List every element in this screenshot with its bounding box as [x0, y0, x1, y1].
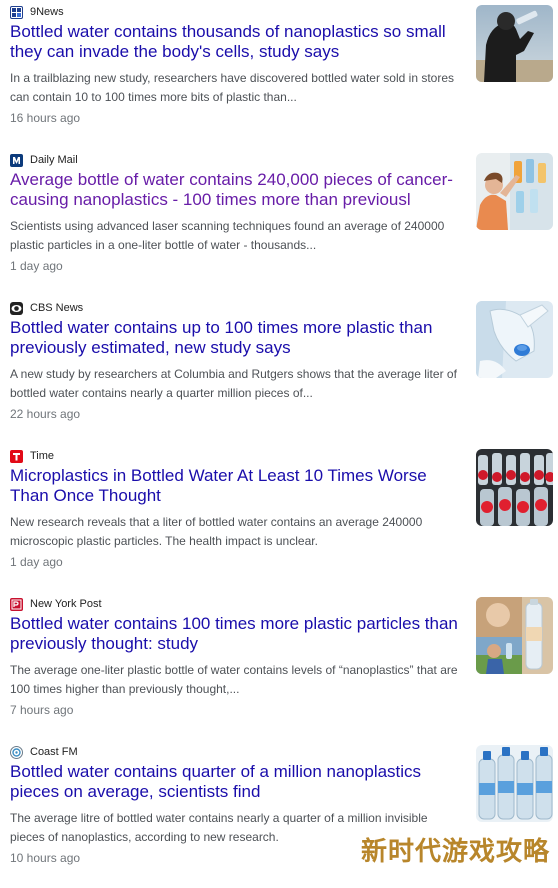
source-name: Time [30, 449, 55, 462]
article-time: 10 hours ago [10, 851, 81, 865]
article-thumbnail[interactable] [476, 5, 553, 82]
article-thumbnail[interactable] [476, 745, 553, 822]
article-thumbnail[interactable] [476, 449, 553, 526]
source-name: 9News [30, 5, 64, 18]
article-snippet: New research reveals that a liter of bot… [10, 515, 423, 548]
article-thumbnail[interactable] [476, 301, 553, 378]
9news-logo-icon [10, 5, 23, 19]
article-snippet: The average one-liter plastic bottle of … [10, 663, 458, 696]
article-snippet: A new study by researchers at Columbia a… [10, 367, 457, 400]
source-name: Daily Mail [30, 153, 78, 166]
news-article[interactable]: 9News Bottled water contains thousands o… [0, 0, 558, 148]
source-row: New York Post [10, 597, 102, 611]
news-article[interactable]: Daily Mail Average bottle of water conta… [0, 148, 558, 296]
article-time: 7 hours ago [10, 703, 74, 717]
article-time: 22 hours ago [10, 407, 81, 421]
article-headline[interactable]: Microplastics in Bottled Water At Least … [10, 466, 462, 506]
article-snippet: In a trailblazing new study, researchers… [10, 71, 455, 104]
article-time: 1 day ago [10, 259, 63, 273]
news-article[interactable]: CBS News Bottled water contains up to 10… [0, 296, 558, 444]
source-name: New York Post [30, 597, 102, 610]
watermark-text: 新时代游戏攻略 [360, 837, 550, 867]
source-row: Daily Mail [10, 153, 78, 167]
daily-mail-logo-icon [10, 153, 23, 167]
source-name: CBS News [30, 301, 84, 314]
source-name: Coast FM [30, 745, 78, 758]
source-row: Time [10, 449, 54, 463]
article-headline[interactable]: Bottled water contains quarter of a mill… [10, 762, 462, 802]
new-york-post-logo-icon [10, 597, 23, 611]
article-headline[interactable]: Bottled water contains up to 100 times m… [10, 318, 462, 358]
source-row: Coast FM [10, 745, 78, 759]
article-thumbnail[interactable] [476, 597, 553, 674]
coast-fm-logo-icon [10, 745, 23, 759]
article-headline[interactable]: Bottled water contains thousands of nano… [10, 22, 462, 62]
article-headline[interactable]: Bottled water contains 100 times more pl… [10, 614, 462, 654]
article-time: 16 hours ago [10, 111, 81, 125]
cbs-news-logo-icon [10, 301, 23, 315]
article-headline[interactable]: Average bottle of water contains 240,000… [10, 170, 462, 210]
time-logo-icon [10, 449, 23, 463]
article-thumbnail[interactable] [476, 153, 553, 230]
news-article[interactable]: New York Post Bottled water contains 100… [0, 592, 558, 740]
source-row: 9News [10, 5, 64, 19]
article-time: 1 day ago [10, 555, 63, 569]
source-row: CBS News [10, 301, 83, 315]
news-article[interactable]: Time Microplastics in Bottled Water At L… [0, 444, 558, 592]
article-snippet: Scientists using advanced laser scanning… [10, 219, 445, 252]
